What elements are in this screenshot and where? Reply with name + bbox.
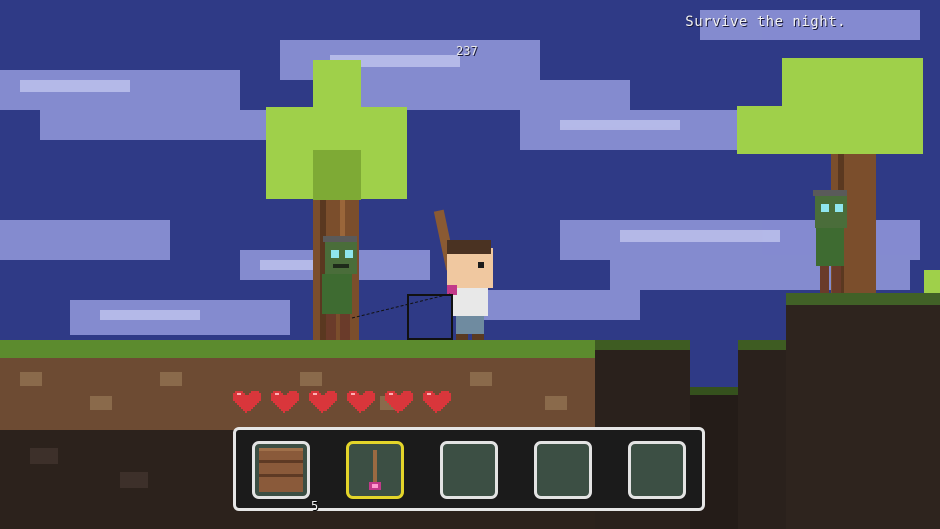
heart-icon: [383, 389, 415, 421]
hotbar-slot-4[interactable]: [534, 441, 592, 499]
hotbar-slot-5[interactable]: [628, 441, 686, 499]
heart-icon: [307, 389, 339, 421]
heart-icon: [345, 389, 377, 421]
heart-icon: [421, 389, 453, 421]
score-counter: 237: [456, 44, 478, 58]
hotbar-slot-1[interactable]: 5: [252, 441, 318, 513]
ground-right: [786, 270, 940, 529]
wooden-staff-icon: [369, 450, 381, 490]
hotbar-slot-2[interactable]: [346, 441, 404, 499]
health-hearts: [231, 389, 453, 421]
objective-text: Survive the night.: [685, 14, 846, 30]
heart-icon: [231, 389, 263, 421]
inventory-hotbar: 5: [233, 427, 705, 513]
slot-count: 5: [311, 499, 319, 513]
target-cursor: [407, 294, 453, 340]
hotbar-slot-3[interactable]: [440, 441, 498, 499]
heart-icon: [269, 389, 301, 421]
game-viewport[interactable]: Survive the night. 237 5: [0, 0, 940, 529]
wood-planks-icon: [259, 448, 303, 492]
